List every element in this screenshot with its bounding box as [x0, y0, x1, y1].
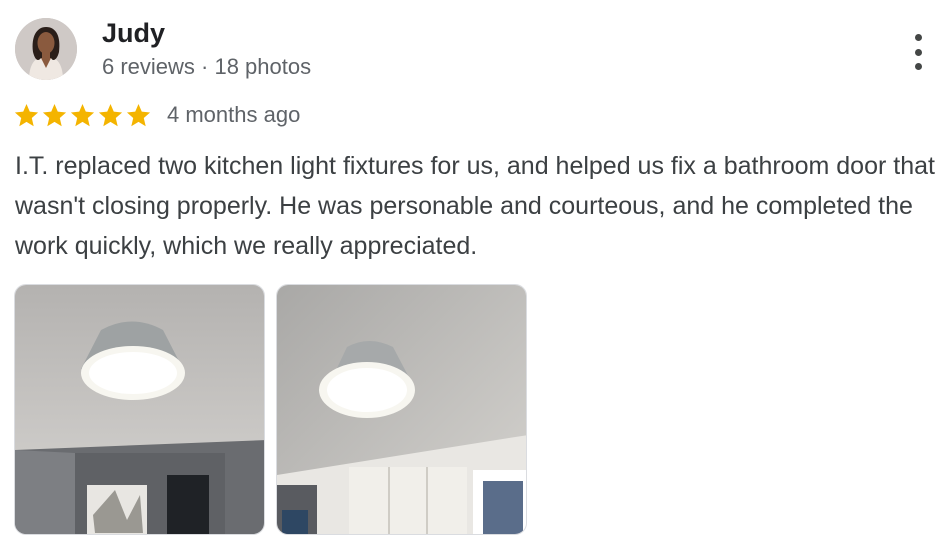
star-icon	[14, 103, 39, 126]
star-rating	[13, 102, 152, 129]
star-icon	[126, 103, 151, 126]
reviewer-stats[interactable]: 6 reviews · 18 photos	[102, 54, 311, 80]
star-icon	[42, 103, 67, 126]
more-options-icon[interactable]	[906, 32, 930, 72]
avatar-image	[15, 18, 77, 80]
reviewer-name[interactable]: Judy	[102, 18, 165, 49]
dot	[914, 48, 922, 56]
review-date: 4 months ago	[167, 102, 301, 127]
review-photo-2[interactable]	[276, 284, 527, 535]
star-icon	[70, 103, 95, 126]
reviewer-avatar[interactable]	[15, 18, 77, 80]
review-text: I.T. replaced two kitchen light fixtures…	[15, 152, 935, 260]
photo-light-fixture	[15, 285, 264, 534]
rating-row: 4 months ago	[13, 100, 300, 130]
dot	[914, 63, 922, 70]
photo-light-fixture	[277, 285, 526, 534]
star-icon	[98, 103, 123, 126]
dot	[914, 34, 922, 41]
review-photo-1[interactable]	[14, 284, 265, 535]
